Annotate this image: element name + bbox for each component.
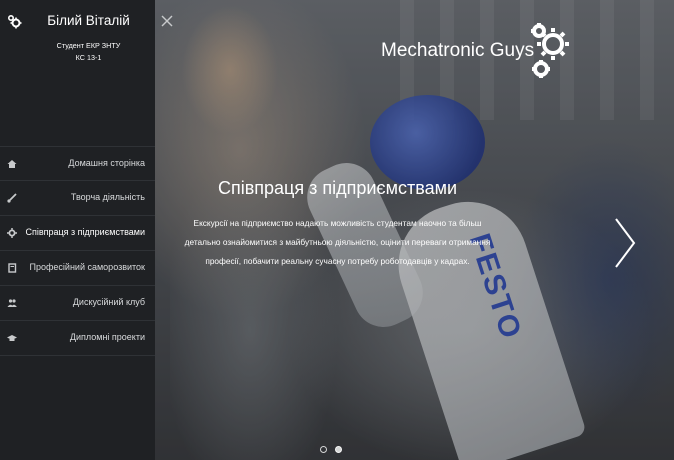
nav-item-home[interactable]: Домашня сторінка [0,146,155,181]
nav-item-label: Співпраця з підприємствами [25,227,145,237]
nav-item-label: Професійний саморозвиток [29,262,145,272]
gear-icon [7,228,17,238]
nav-item-creative[interactable]: Творча діяльність [0,181,155,216]
nav-item-label: Домашня сторінка [68,158,145,168]
nav-item-label: Дискусійний клуб [72,297,145,307]
profile-role: Студент ЕКР ЗНТУ [56,41,121,50]
slide-title: Співпраця з підприємствами [217,178,458,198]
book-icon [8,263,17,273]
nav-item-discussion-club[interactable]: Дискусійний клуб [0,286,155,321]
carousel-next-arrow-icon[interactable] [612,215,638,271]
site-brand-title[interactable]: Mechatronic Guys [381,40,534,62]
nav-item-label: Дипломні проекти [69,332,145,342]
close-icon[interactable] [160,14,174,28]
nav-item-diploma-projects[interactable]: Дипломні проекти [0,321,155,356]
nav-item-self-development[interactable]: Професійний саморозвиток [0,251,155,286]
profile-group: КС 13-1 [75,53,102,62]
sidebar-nav: Домашня сторінка Творча діяльність Співп… [0,146,155,356]
graduation-cap-icon [7,335,17,341]
carousel-indicator-active[interactable] [335,446,342,453]
brush-icon [7,193,17,203]
carousel-indicators [320,446,342,453]
profile-name: Білий Віталій [47,13,130,28]
profile-subtitle: Студент ЕКР ЗНТУ КС 13-1 [0,40,155,64]
nav-item-label: Творча діяльність [70,192,145,202]
gears-icon [531,23,569,78]
nav-item-cooperation[interactable]: Співпраця з підприємствами [0,216,155,251]
sidebar: Білий Віталій Студент ЕКР ЗНТУ КС 13-1 Д… [0,0,155,460]
carousel-indicator[interactable] [320,446,327,453]
home-icon [7,160,17,168]
users-icon [7,299,17,307]
slide-description: Екскурсії на підприємство надають можлив… [184,218,491,266]
